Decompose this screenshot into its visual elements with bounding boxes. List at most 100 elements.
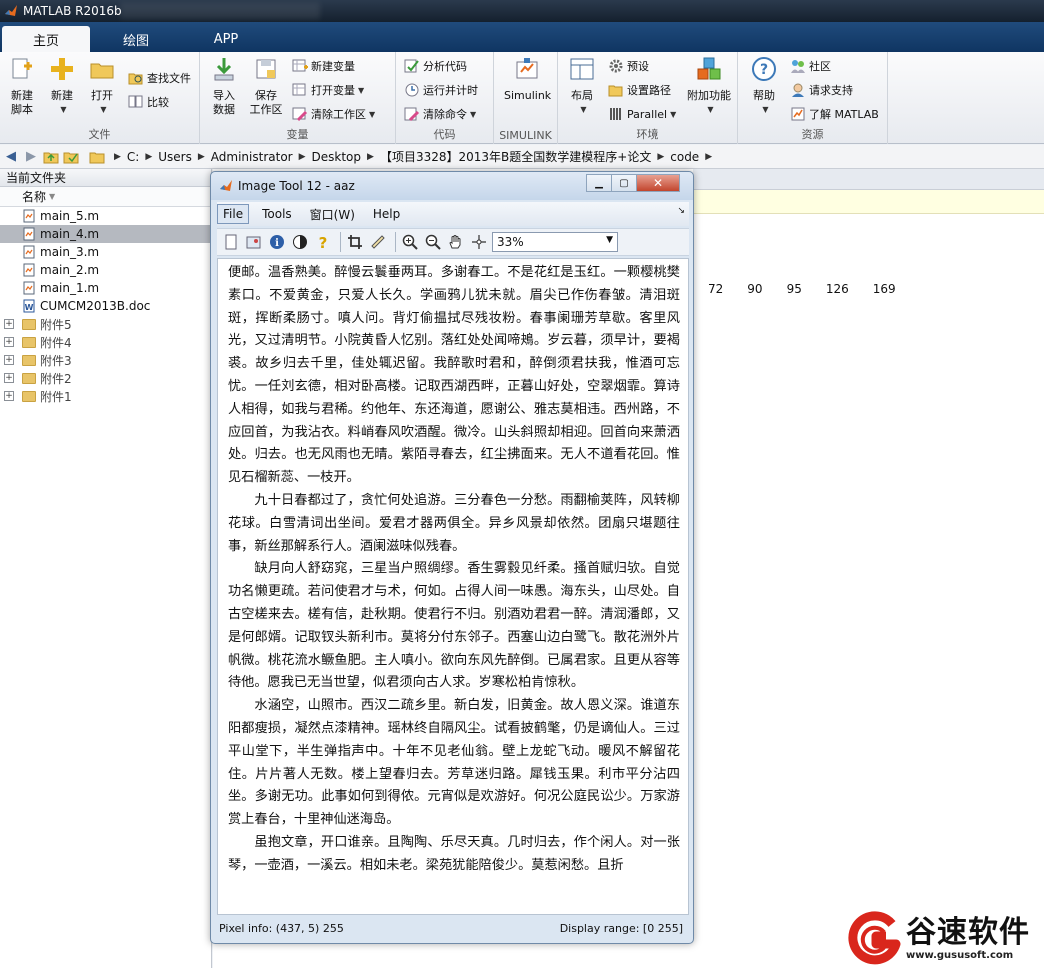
dock-arrow-icon[interactable]: ↘ xyxy=(677,206,685,216)
breadcrumb-item[interactable]: Administrator xyxy=(211,150,293,164)
list-item[interactable]: main_5.m xyxy=(0,207,211,225)
find-files-button[interactable]: 查找文件 xyxy=(128,68,191,88)
up-folder-icon[interactable] xyxy=(42,148,60,166)
breadcrumb-item[interactable]: Desktop xyxy=(312,150,362,164)
maximize-icon[interactable]: ▢ xyxy=(611,174,637,192)
open-button[interactable]: 打开 ▼ xyxy=(82,56,122,117)
addons-button[interactable]: 附加功能 ▼ xyxy=(684,56,734,117)
text-paragraph: 九十日春都过了，贪忙何处追游。三分春色一分愁。雨翻榆荚阵，风转柳花球。白雪清词出… xyxy=(228,492,680,554)
chevron-down-icon: ▼ xyxy=(606,235,613,245)
community-button[interactable]: 社区 xyxy=(790,56,831,76)
zoom-in-icon[interactable] xyxy=(400,232,420,252)
chevron-down-icon: ▼ xyxy=(358,85,365,95)
close-icon[interactable]: ✕ xyxy=(636,174,680,192)
forward-arrow-icon[interactable]: ▶ xyxy=(22,148,40,166)
menu-help[interactable]: Help xyxy=(368,205,405,223)
new-variable-icon xyxy=(292,59,308,72)
list-item[interactable]: main_2.m xyxy=(0,261,211,279)
breadcrumb-item[interactable]: code xyxy=(670,150,699,164)
layout-icon xyxy=(570,58,594,80)
folder-item[interactable]: + 附件1 xyxy=(0,387,211,405)
breadcrumb-item[interactable]: 【项目3328】2013年B题全国数学建模程序+论文 xyxy=(380,148,651,165)
ribbon-group-file: 新建 脚本 新建 ▼ 打开 ▼ 查找文件 比较 文件 xyxy=(0,52,200,144)
expand-plus-icon[interactable]: + xyxy=(4,391,14,401)
layout-button[interactable]: 布局 ▼ xyxy=(562,56,602,117)
new-variable-button[interactable]: 新建变量 xyxy=(292,56,355,76)
request-support-button[interactable]: 请求支持 xyxy=(790,80,853,100)
addons-cubes-icon xyxy=(697,57,721,80)
list-item[interactable]: main_3.m xyxy=(0,243,211,261)
back-arrow-icon[interactable]: ◀ xyxy=(2,148,20,166)
compare-button[interactable]: 比较 xyxy=(128,92,169,112)
run-and-time-button[interactable]: 运行并计时 xyxy=(404,80,478,100)
save-workspace-button[interactable]: 保存 工作区 xyxy=(246,56,286,117)
preferences-button[interactable]: 预设 xyxy=(608,56,649,76)
breadcrumb-item[interactable]: C: xyxy=(127,150,139,164)
set-path-button[interactable]: 设置路径 xyxy=(608,80,671,100)
tab-apps[interactable]: APP xyxy=(182,26,270,52)
distance-tool-icon[interactable] xyxy=(368,232,388,252)
browse-folder-icon[interactable] xyxy=(62,148,80,166)
help-question-icon[interactable]: ? xyxy=(313,232,333,252)
folder-item[interactable]: + 附件3 xyxy=(0,351,211,369)
expand-plus-icon[interactable]: + xyxy=(4,373,14,383)
contrast-icon[interactable] xyxy=(290,232,310,252)
import-data-button[interactable]: 导入 数据 xyxy=(204,56,244,117)
m-file-icon xyxy=(23,227,35,241)
m-file-icon xyxy=(23,245,35,259)
list-item[interactable]: main_4.m xyxy=(0,225,211,243)
column-header-name[interactable]: 名称 ▼ xyxy=(0,187,211,207)
learn-matlab-button[interactable]: 了解 MATLAB xyxy=(790,104,879,124)
pan-hand-icon[interactable] xyxy=(446,232,466,252)
root-folder-icon[interactable] xyxy=(88,148,106,166)
text-paragraph: 虽抱文章，开口谁亲。且陶陶、乐尽天真。几时归去，作个闲人。对一张琴，一壶酒，一溪… xyxy=(228,834,680,873)
pixel-region-icon[interactable] xyxy=(469,232,489,252)
image-canvas[interactable]: 便邮。温香熟美。醉慢云鬟垂两耳。多谢春工。不是花红是玉红。一颗樱桃樊素口。不爱黄… xyxy=(217,258,689,915)
list-item[interactable]: W CUMCM2013B.doc xyxy=(0,297,211,315)
menu-file[interactable]: File xyxy=(217,204,250,224)
image-info-icon[interactable]: i xyxy=(267,232,287,252)
menu-tools[interactable]: Tools xyxy=(257,205,297,223)
open-variable-button[interactable]: 打开变量 ▼ xyxy=(292,80,364,100)
minimize-icon[interactable]: ▁ xyxy=(586,174,612,192)
breadcrumb-item[interactable]: Users xyxy=(158,150,192,164)
learn-matlab-icon xyxy=(791,107,805,121)
clear-workspace-button[interactable]: 清除工作区 ▼ xyxy=(292,104,375,124)
name-column-label: 名称 xyxy=(22,190,47,204)
clear-commands-button[interactable]: 清除命令 ▼ xyxy=(404,104,476,124)
simulink-button[interactable]: Simulink xyxy=(504,56,551,103)
group-label-resources: 资源 xyxy=(801,128,824,141)
zoom-level-select[interactable]: 33% ▼ xyxy=(492,232,618,252)
analyze-code-button[interactable]: 分析代码 xyxy=(404,56,467,76)
parallel-button[interactable]: Parallel ▼ xyxy=(608,104,676,124)
tab-home[interactable]: 主页 xyxy=(2,26,90,52)
tab-plots[interactable]: 绘图 xyxy=(92,26,180,52)
image-tool-title-bar[interactable]: Image Tool 12 - aaz ▁ ▢ ✕ xyxy=(211,172,693,200)
new-figure-icon[interactable] xyxy=(221,232,241,252)
folder-icon xyxy=(22,336,36,348)
m-file-icon xyxy=(23,209,35,223)
expand-plus-icon[interactable]: + xyxy=(4,355,14,365)
text-paragraph: 便邮。温香熟美。醉慢云鬟垂两耳。多谢春工。不是花红是玉红。一颗樱桃樊素口。不爱黄… xyxy=(228,265,680,486)
folder-item[interactable]: + 附件2 xyxy=(0,369,211,387)
crop-icon[interactable] xyxy=(345,232,365,252)
expand-plus-icon[interactable]: + xyxy=(4,337,14,347)
save-workspace-icon xyxy=(256,59,276,79)
folder-icon xyxy=(22,390,36,402)
clear-workspace-icon xyxy=(292,107,308,122)
menu-window[interactable]: 窗口(W) xyxy=(305,204,360,225)
zoom-out-icon[interactable] xyxy=(423,232,443,252)
group-label-simulink: SIMULINK xyxy=(499,129,552,142)
chevron-down-icon: ▼ xyxy=(60,105,67,114)
new-button[interactable]: 新建 ▼ xyxy=(42,56,82,117)
group-label-variable: 变量 xyxy=(286,128,309,141)
import-image-icon[interactable] xyxy=(244,232,264,252)
expand-plus-icon[interactable]: + xyxy=(4,319,14,329)
folder-item[interactable]: + 附件5 xyxy=(0,315,211,333)
help-button[interactable]: ? 帮助 ▼ xyxy=(744,56,784,117)
new-script-button[interactable]: 新建 脚本 xyxy=(2,56,42,117)
folder-item[interactable]: + 附件4 xyxy=(0,333,211,351)
help-question-icon: ? xyxy=(752,57,776,81)
list-item[interactable]: main_1.m xyxy=(0,279,211,297)
word-doc-icon: W xyxy=(23,299,35,313)
